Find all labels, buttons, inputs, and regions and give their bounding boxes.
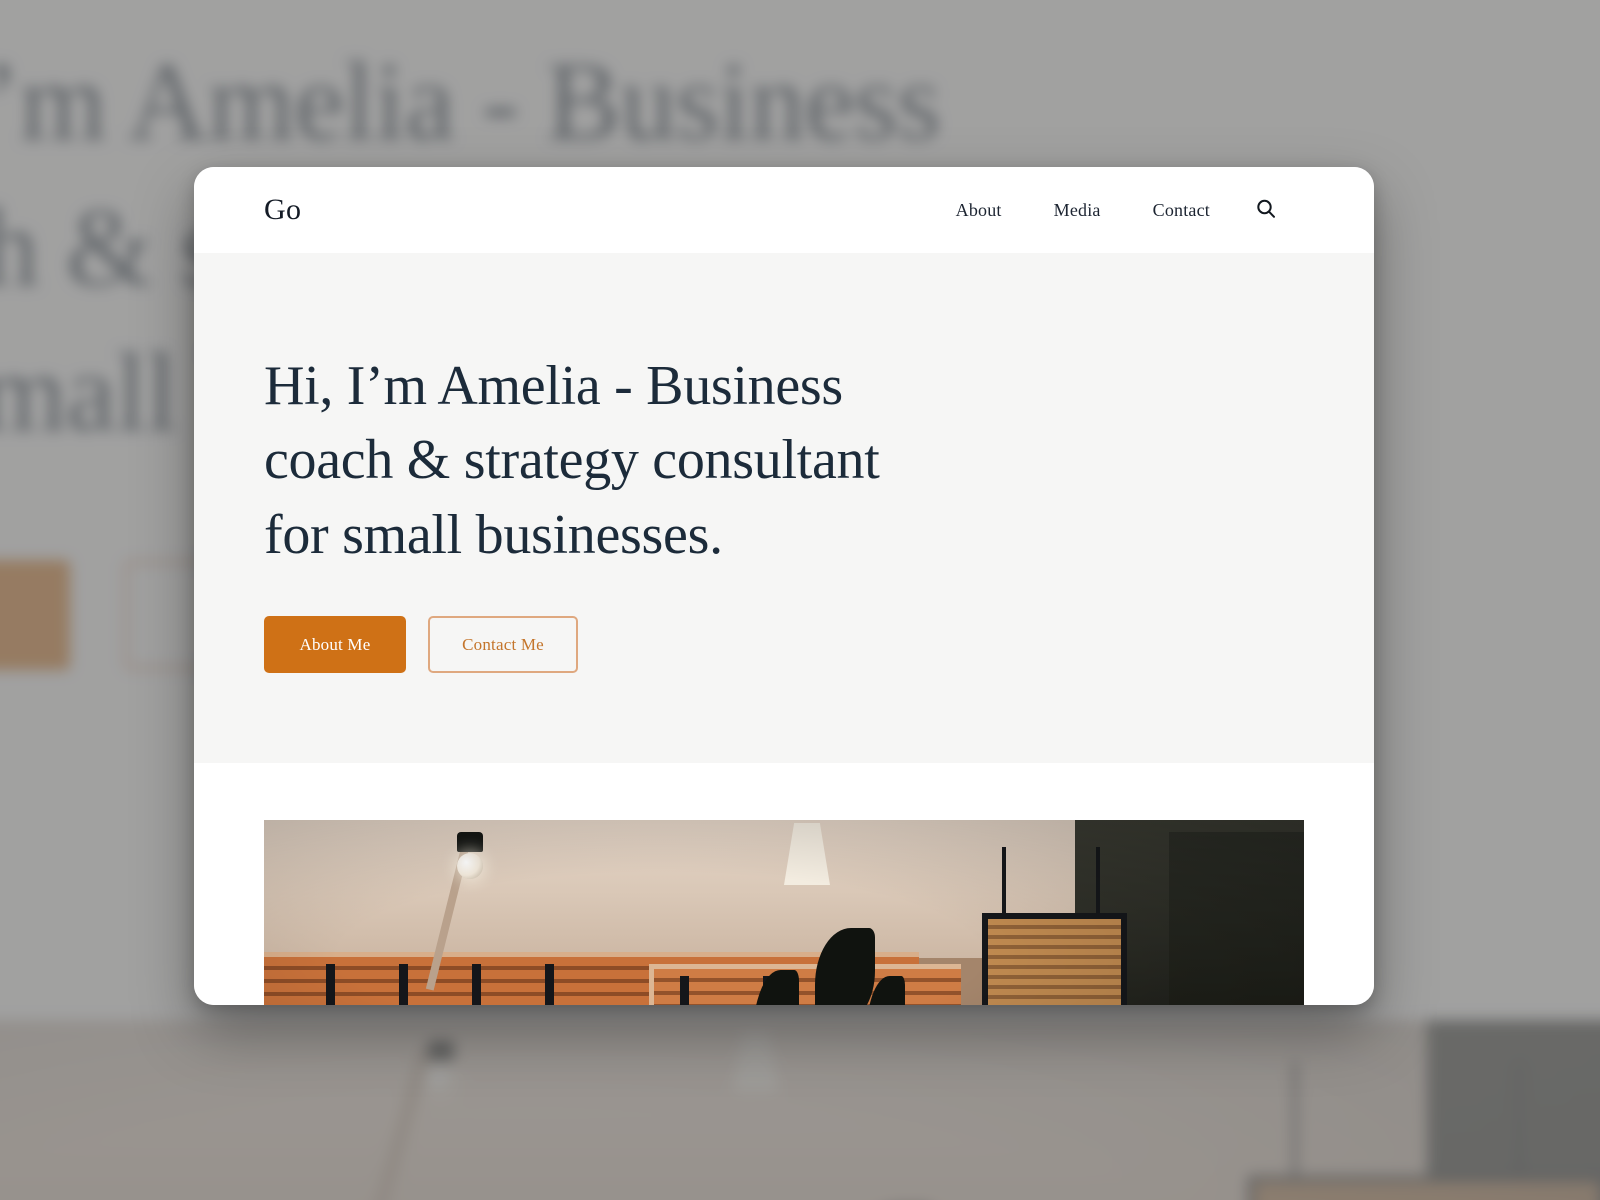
hero-headline-line-1: Hi, I’m Amelia - Business	[264, 355, 843, 417]
about-me-button[interactable]: About Me	[264, 616, 406, 674]
hero-headline-line-2: coach & strategy consultant	[264, 429, 880, 492]
hero-section: Hi, I’m Amelia - Business coach & strate…	[194, 253, 1374, 763]
hero-photo	[264, 820, 1304, 1005]
search-icon	[1254, 197, 1278, 224]
nav-item-media[interactable]: Media	[1028, 200, 1127, 221]
website-preview-card: Go About Media Contact Hi, I’m Amelia - …	[194, 167, 1374, 1005]
site-logo[interactable]: Go	[264, 193, 301, 227]
hero-button-row: About Me Contact Me	[264, 616, 1304, 674]
hero-headline-line-3: for small businesses.	[264, 503, 723, 566]
contact-me-button[interactable]: Contact Me	[428, 616, 578, 674]
nav-item-contact[interactable]: Contact	[1127, 200, 1236, 221]
search-button[interactable]	[1250, 193, 1282, 228]
primary-navigation: About Media Contact	[930, 193, 1282, 228]
photo-vignette	[264, 820, 1304, 1005]
nav-item-about[interactable]: About	[930, 200, 1028, 221]
hero-headline: Hi, I’m Amelia - Business coach & strate…	[264, 349, 1024, 572]
hero-photo-section	[194, 763, 1374, 1005]
site-header: Go About Media Contact	[194, 167, 1374, 253]
